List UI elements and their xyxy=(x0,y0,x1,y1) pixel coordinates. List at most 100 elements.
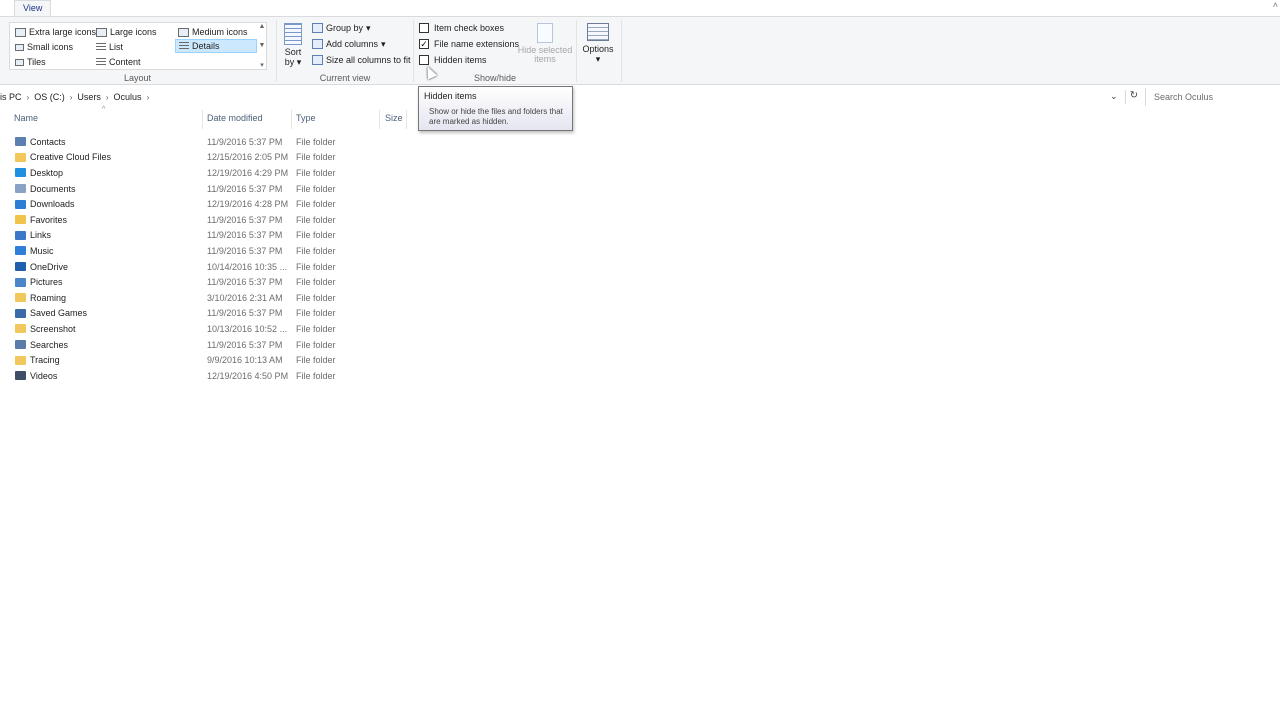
chevron-right-icon[interactable]: › xyxy=(27,93,30,102)
group-by-icon xyxy=(312,23,323,33)
folder-icon xyxy=(15,152,26,162)
file-date: 11/9/2016 5:37 PM xyxy=(207,136,283,147)
table-row[interactable]: Music 11/9/2016 5:37 PM File folder xyxy=(0,243,420,259)
layout-tiles[interactable]: Tiles xyxy=(12,55,46,69)
layout-gallery-scroll[interactable]: ▲ ▼ ▾ xyxy=(257,22,267,70)
add-columns-button[interactable]: Add columns ▾ xyxy=(312,37,386,51)
column-header-size[interactable]: Size xyxy=(385,113,403,127)
file-date: 12/15/2016 2:05 PM xyxy=(207,152,289,163)
hide-selected-icon xyxy=(537,23,553,43)
chevron-right-icon[interactable]: › xyxy=(147,93,150,102)
documents-icon xyxy=(15,184,26,194)
table-row[interactable]: Roaming 3/10/2016 2:31 AM File folder xyxy=(0,290,420,306)
breadcrumb-oculus[interactable]: Oculus xyxy=(114,92,142,102)
saved-games-icon xyxy=(15,308,26,318)
layout-item-label: List xyxy=(109,42,124,52)
layout-item-label: Tiles xyxy=(27,57,46,67)
table-row[interactable]: Videos 12/19/2016 4:50 PM File folder xyxy=(0,368,420,384)
file-date: 12/19/2016 4:28 PM xyxy=(207,199,289,210)
breadcrumb-this-pc[interactable]: is PC xyxy=(0,92,22,102)
refresh-icon[interactable]: ↻ xyxy=(1125,90,1142,104)
file-name: Music xyxy=(30,245,54,256)
extra-large-icons-icon xyxy=(15,27,26,37)
table-row[interactable]: Tracing 9/9/2016 10:13 AM File folder xyxy=(0,352,420,368)
add-columns-icon xyxy=(312,39,323,49)
column-divider[interactable] xyxy=(202,110,203,129)
table-row[interactable]: Downloads 12/19/2016 4:28 PM File folder xyxy=(0,196,420,212)
column-divider[interactable] xyxy=(379,110,380,129)
desktop-icon xyxy=(15,168,26,178)
folder-icon xyxy=(15,355,26,365)
table-row[interactable]: Links 11/9/2016 5:37 PM File folder xyxy=(0,228,420,244)
more-icon[interactable]: ▾ xyxy=(260,61,264,69)
table-row[interactable]: Screenshot 10/13/2016 10:52 ... File fol… xyxy=(0,321,420,337)
column-header-name[interactable]: Name xyxy=(14,113,38,127)
table-row[interactable]: Searches 11/9/2016 5:37 PM File folder xyxy=(0,337,420,353)
add-columns-label: Add columns xyxy=(326,39,379,49)
address-history-dropdown-icon[interactable]: ⌄ xyxy=(1110,91,1118,102)
file-name: OneDrive xyxy=(30,261,69,272)
breadcrumb[interactable]: is PC › OS (C:) › Users › Oculus › xyxy=(0,88,149,106)
downloads-icon xyxy=(15,199,26,209)
sort-ascending-icon: ^ xyxy=(102,106,106,113)
item-check-boxes-label: Item check boxes xyxy=(434,23,505,33)
file-date: 11/9/2016 5:37 PM xyxy=(207,308,283,319)
item-check-boxes-toggle[interactable]: Item check boxes xyxy=(419,21,504,35)
layout-details[interactable]: Details xyxy=(175,39,257,53)
chevron-right-icon[interactable]: › xyxy=(70,93,73,102)
file-name-extensions-checkbox[interactable]: ✓ xyxy=(419,39,429,49)
table-row[interactable]: Favorites 11/9/2016 5:37 PM File folder xyxy=(0,212,420,228)
file-date: 12/19/2016 4:50 PM xyxy=(207,370,289,381)
file-type: File folder xyxy=(296,183,336,194)
hide-selected-items-button[interactable]: Hide selected items xyxy=(517,23,573,64)
layout-extra-large-icons[interactable]: Extra large icons xyxy=(12,25,96,39)
file-type: File folder xyxy=(296,245,336,256)
sort-by-label: by ▾ xyxy=(284,57,302,67)
options-icon xyxy=(587,23,609,41)
layout-list[interactable]: List xyxy=(93,40,123,54)
tab-view[interactable]: View xyxy=(14,0,52,17)
column-header-type[interactable]: Type xyxy=(296,113,316,127)
scroll-up-icon[interactable]: ▲ xyxy=(259,23,266,30)
column-divider[interactable] xyxy=(291,110,292,129)
table-row[interactable]: Pictures 11/9/2016 5:37 PM File folder xyxy=(0,274,420,290)
file-name-extensions-toggle[interactable]: ✓ File name extensions xyxy=(419,37,519,51)
layout-large-icons[interactable]: Large icons xyxy=(93,25,157,39)
layout-small-icons[interactable]: Small icons xyxy=(12,40,73,54)
layout-content[interactable]: Content xyxy=(93,55,141,69)
file-date: 3/10/2016 2:31 AM xyxy=(207,292,283,303)
file-date: 11/9/2016 5:37 PM xyxy=(207,230,283,241)
sort-by-button[interactable]: Sort by ▾ xyxy=(283,23,303,67)
chevron-right-icon[interactable]: › xyxy=(106,93,109,102)
layout-item-label: Extra large icons xyxy=(29,27,97,37)
table-row[interactable]: Creative Cloud Files 12/15/2016 2:05 PM … xyxy=(0,150,420,166)
search-input[interactable]: Search Oculus xyxy=(1145,88,1280,106)
table-row[interactable]: Documents 11/9/2016 5:37 PM File folder xyxy=(0,181,420,197)
file-type: File folder xyxy=(296,152,336,163)
table-row[interactable]: OneDrive 10/14/2016 10:35 ... File folde… xyxy=(0,259,420,275)
column-header-date-modified[interactable]: Date modified xyxy=(207,113,263,127)
chevron-down-icon: ▾ xyxy=(366,22,371,33)
table-row[interactable]: Saved Games 11/9/2016 5:37 PM File folde… xyxy=(0,306,420,322)
breadcrumb-os-c[interactable]: OS (C:) xyxy=(34,92,65,102)
options-button[interactable]: Options ▾ xyxy=(580,23,616,64)
collapse-ribbon-icon[interactable]: ˄ xyxy=(1273,0,1278,10)
hidden-items-checkbox[interactable] xyxy=(419,55,429,65)
file-type: File folder xyxy=(296,277,336,288)
size-columns-icon xyxy=(312,55,323,65)
scroll-down-icon[interactable]: ▼ xyxy=(259,42,266,49)
table-row[interactable]: Desktop 12/19/2016 4:29 PM File folder xyxy=(0,165,420,181)
content-icon xyxy=(96,58,106,66)
size-all-columns-button[interactable]: Size all columns to fit xyxy=(312,53,411,67)
favorites-icon xyxy=(15,215,26,225)
file-type: File folder xyxy=(296,136,336,147)
file-type: File folder xyxy=(296,199,336,210)
column-divider[interactable] xyxy=(406,110,407,129)
item-check-boxes-checkbox[interactable] xyxy=(419,23,429,33)
table-row[interactable]: Contacts 11/9/2016 5:37 PM File folder xyxy=(0,134,420,150)
group-by-button[interactable]: Group by ▾ xyxy=(312,21,371,35)
file-name: Contacts xyxy=(30,136,66,147)
breadcrumb-users[interactable]: Users xyxy=(77,92,101,102)
layout-medium-icons[interactable]: Medium icons xyxy=(175,25,248,39)
group-by-label: Group by xyxy=(326,23,364,33)
